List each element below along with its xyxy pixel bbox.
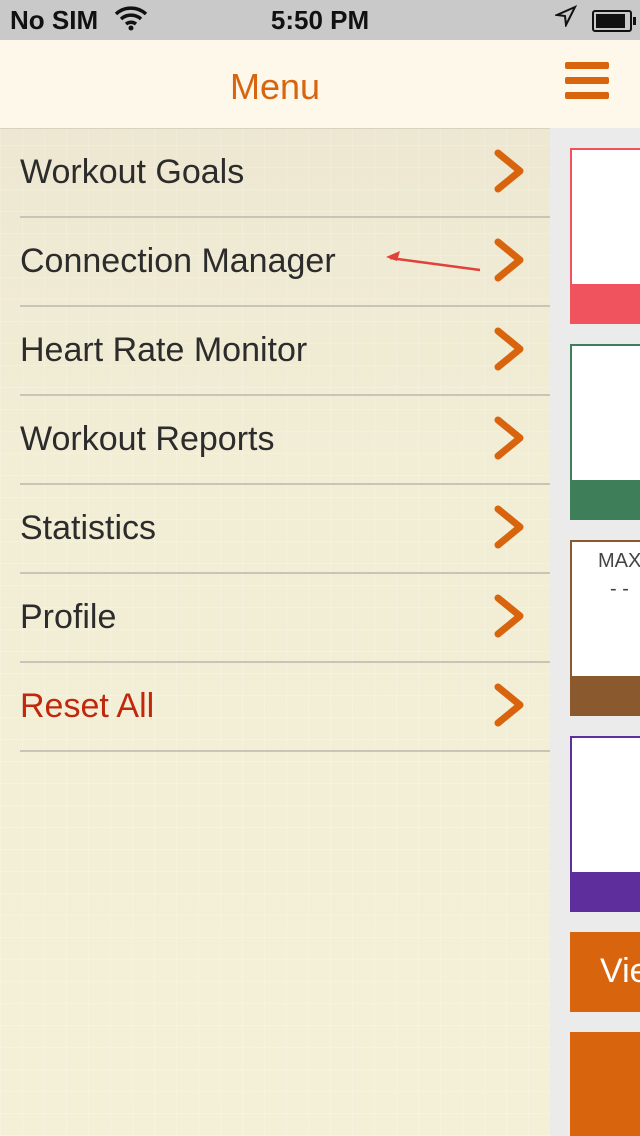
main-content-strip: MAX - - Vie — [550, 40, 640, 1136]
card-color-bar — [572, 284, 640, 322]
menu-item-label: Statistics — [20, 509, 157, 547]
max-label: MAX — [598, 550, 640, 572]
menu-item-label: Profile — [20, 598, 117, 636]
menu-item-label: Workout Reports — [20, 420, 275, 458]
hamburger-menu-icon[interactable] — [565, 62, 609, 102]
menu-title: Menu — [229, 66, 321, 107]
menu-item-label: Heart Rate Monitor — [20, 331, 308, 369]
stat-card[interactable] — [570, 148, 640, 324]
max-value: - - — [610, 578, 629, 600]
stat-card-max[interactable]: MAX - - — [570, 540, 640, 716]
menu-panel: Menu Workout Goals Connection Manager He… — [0, 40, 550, 1136]
menu-item-heart-rate-monitor[interactable]: Heart Rate Monitor — [20, 307, 550, 396]
menu-item-label: Workout Goals — [20, 153, 245, 191]
menu-item-workout-goals[interactable]: Workout Goals — [20, 129, 550, 218]
view-button-label: Vie — [600, 952, 640, 990]
stat-card[interactable] — [570, 736, 640, 912]
main-header — [550, 40, 640, 128]
battery-level — [596, 14, 625, 28]
chevron-right-icon — [494, 416, 524, 460]
menu-item-label: Reset All — [20, 687, 155, 725]
menu-header: Menu — [0, 40, 550, 129]
menu-item-profile[interactable]: Profile — [20, 574, 550, 663]
menu-item-workout-reports[interactable]: Workout Reports — [20, 396, 550, 485]
chevron-right-icon — [494, 594, 524, 638]
location-arrow-icon — [553, 4, 578, 34]
menu-list: Workout Goals Connection Manager Heart R… — [20, 129, 550, 752]
chevron-right-icon — [494, 149, 524, 193]
menu-item-statistics[interactable]: Statistics — [20, 485, 550, 574]
menu-item-reset-all[interactable]: Reset All — [20, 663, 550, 752]
view-button[interactable]: Vie — [570, 932, 640, 1012]
annotation-arrow-icon — [386, 251, 481, 272]
battery-icon — [592, 10, 636, 32]
chevron-right-icon — [494, 505, 524, 549]
stat-card[interactable] — [570, 344, 640, 520]
clock: 5:50 PM — [270, 5, 370, 35]
card-color-bar — [572, 872, 640, 910]
status-bar: No SIM 5:50 PM — [0, 0, 640, 40]
chevron-right-icon — [494, 327, 524, 371]
chevron-right-icon — [494, 238, 524, 282]
chevron-right-icon — [494, 683, 524, 727]
card-color-bar — [572, 480, 640, 518]
menu-item-label: Connection Manager — [20, 242, 336, 280]
action-button[interactable] — [570, 1032, 640, 1136]
card-color-bar — [572, 676, 640, 714]
